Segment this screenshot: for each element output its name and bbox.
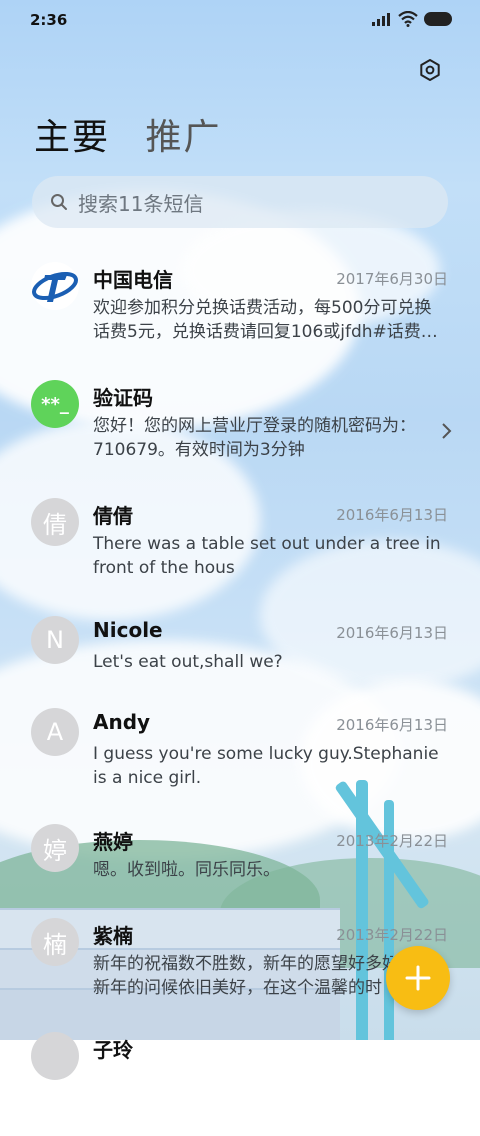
message-date: 2016年6月13日 xyxy=(336,624,448,642)
status-time: 2:36 xyxy=(30,11,68,29)
signal-icon xyxy=(372,13,390,26)
message-preview: Let's eat out,shall we? xyxy=(93,652,283,672)
avatar: 婷 xyxy=(31,824,79,872)
contact-name: 验证码 xyxy=(93,386,153,410)
search-icon xyxy=(51,194,67,210)
chevron-right-icon[interactable] xyxy=(440,422,452,440)
message-preview: There was a table set out under a tree i… xyxy=(93,534,441,578)
tab-bar: 主要 推广 xyxy=(34,108,243,160)
avatar: 倩 xyxy=(31,498,79,546)
search-placeholder: 搜索11条短信 xyxy=(78,191,204,216)
message-preview: 欢迎参加积分兑换话费活动，每500分可兑换话费5元，兑换话费请回复106或jfd… xyxy=(93,298,438,342)
message-preview: 新年的祝福数不胜数，新年的愿望好多好多，新年的问候依旧美好，在这个温馨的时 xyxy=(93,952,393,1000)
message-preview: 嗯。收到啦。同乐同乐。 xyxy=(93,860,280,880)
conversation-item[interactable]: **_ 验证码 您好！您的网上营业厅登录的随机密码为：710679。有效时间为3… xyxy=(0,374,480,484)
wifi-icon xyxy=(398,11,418,27)
telecom-logo-icon xyxy=(32,271,78,302)
status-bar: 2:36 xyxy=(0,0,480,40)
contact-name: 子玲 xyxy=(93,1038,133,1062)
compose-button[interactable] xyxy=(386,946,450,1010)
avatar xyxy=(31,1032,79,1080)
avatar: 楠 xyxy=(31,918,79,966)
battery-icon xyxy=(424,12,452,26)
conversation-item[interactable]: 中国电信 2017年6月30日 欢迎参加积分兑换话费活动，每500分可兑换话费5… xyxy=(0,256,480,366)
verification-avatar: **_ xyxy=(31,380,79,428)
plus-icon xyxy=(405,965,431,991)
message-preview-text: 新年的祝福数不胜数，新年的愿望好多好多，新年的问候依旧美好，在这个温馨的时 xyxy=(93,954,393,998)
telecom-logo-avatar xyxy=(31,262,79,310)
message-date: 2016年6月13日 xyxy=(336,716,448,734)
message-date: 2017年6月30日 xyxy=(336,270,448,288)
contact-name: 燕婷 xyxy=(93,830,133,854)
avatar: N xyxy=(31,616,79,664)
conversation-item[interactable]: 子玲 xyxy=(0,1026,480,1136)
message-preview: I guess you're some lucky guy.Stephanie … xyxy=(93,744,439,788)
conversation-item[interactable]: 倩 倩倩 2016年6月13日 There was a table set ou… xyxy=(0,492,480,602)
conversation-item[interactable]: A Andy 2016年6月13日 I guess you're some lu… xyxy=(0,702,480,812)
contact-name: Andy xyxy=(93,710,151,734)
settings-icon xyxy=(420,59,440,81)
tab-promotions[interactable]: 推广 xyxy=(145,108,221,160)
contact-name: 倩倩 xyxy=(93,504,133,528)
message-preview: 您好！您的网上营业厅登录的随机密码为：710679。有效时间为3分钟 xyxy=(93,416,416,460)
message-date: 2016年6月13日 xyxy=(336,506,448,524)
contact-name: Nicole xyxy=(93,618,163,642)
contact-name: 中国电信 xyxy=(93,268,173,292)
tab-primary[interactable]: 主要 xyxy=(34,108,110,160)
message-date: 2013年2月22日 xyxy=(336,832,448,850)
settings-button[interactable] xyxy=(414,54,446,86)
contact-name: 紫楠 xyxy=(93,924,133,948)
avatar: A xyxy=(31,708,79,756)
search-bar[interactable]: 搜索11条短信 xyxy=(32,176,448,228)
message-date: 2013年2月22日 xyxy=(336,926,448,944)
